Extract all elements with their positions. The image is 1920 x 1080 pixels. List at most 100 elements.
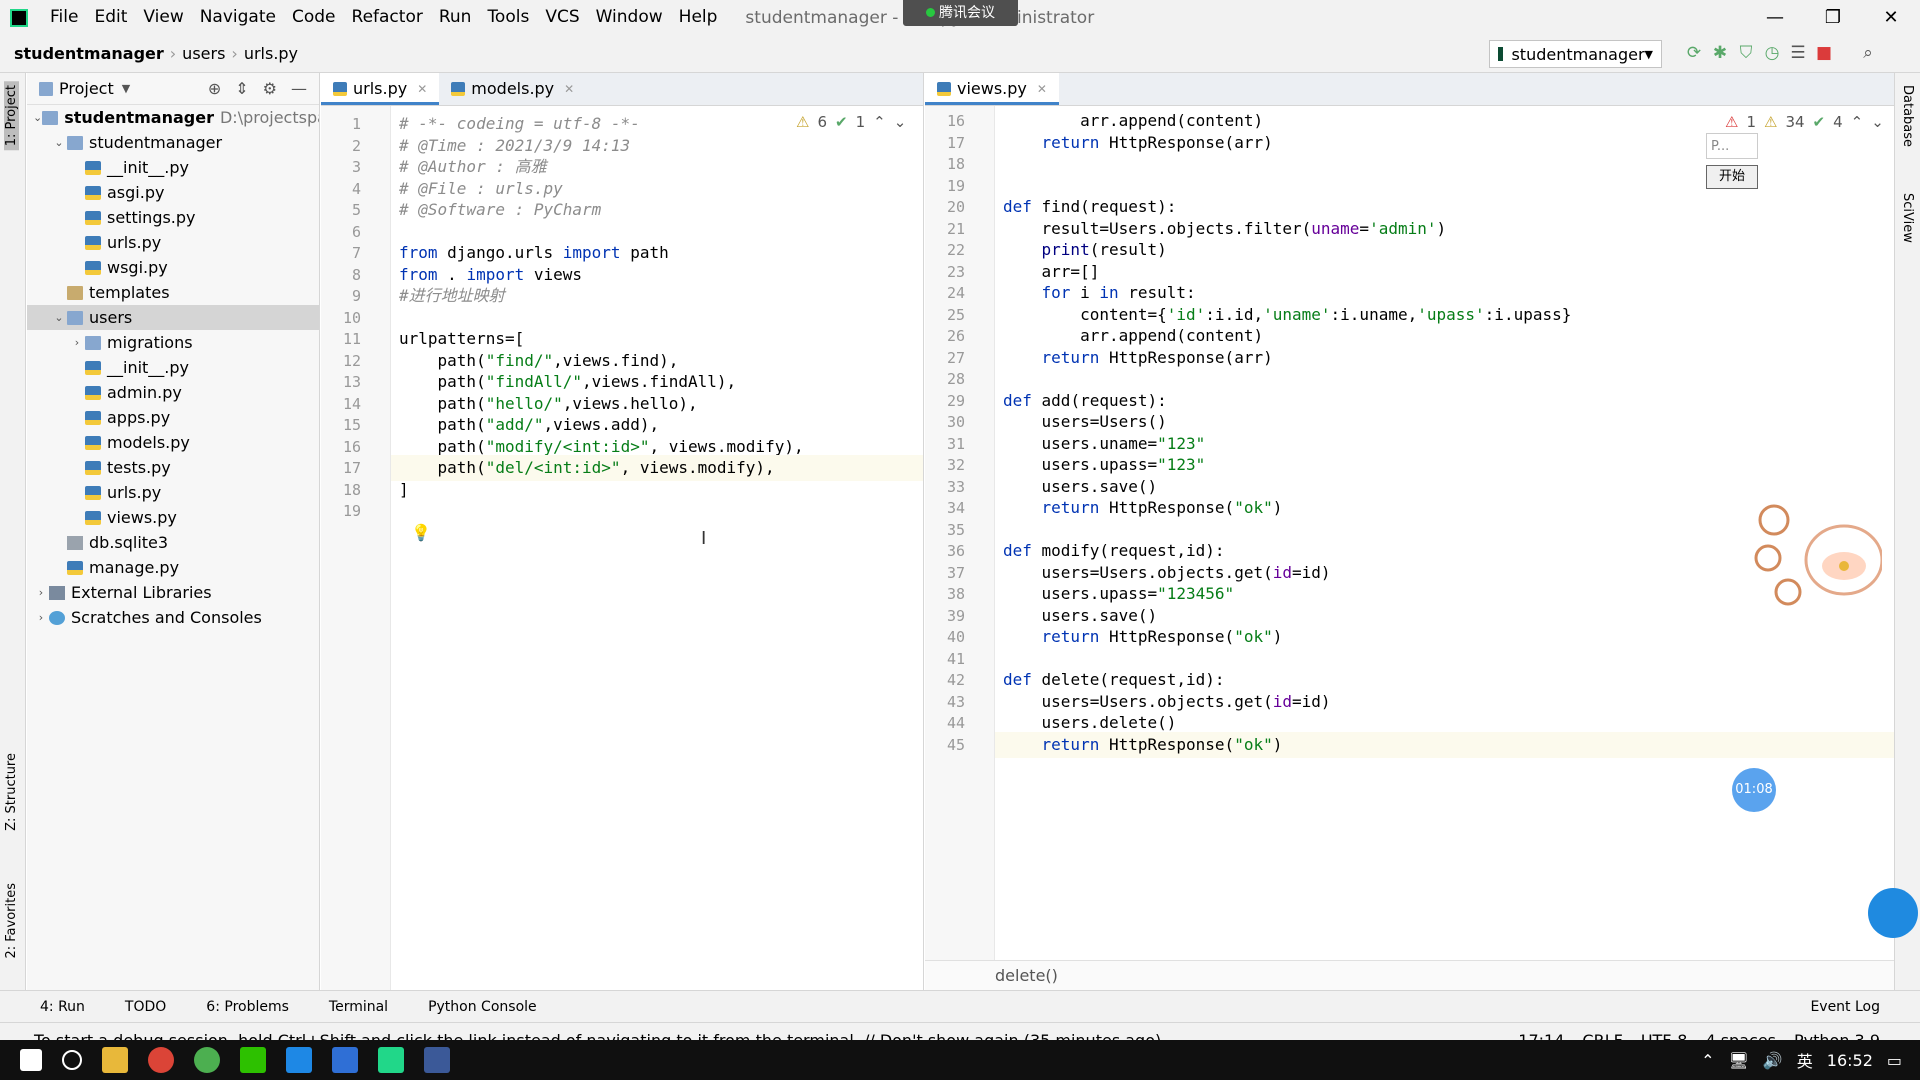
event-log-button[interactable]: Event Log: [1810, 999, 1880, 1015]
app-icon[interactable]: [286, 1047, 312, 1073]
tree-item[interactable]: urls.py: [27, 230, 319, 255]
breadcrumb-project[interactable]: studentmanager: [14, 44, 164, 63]
coverage-icon[interactable]: ⛉: [1736, 42, 1756, 64]
chevron-down-icon[interactable]: ▼: [122, 82, 130, 95]
stop-icon[interactable]: ■: [1814, 42, 1834, 64]
tree-item[interactable]: apps.py: [27, 405, 319, 430]
tab-urls-py[interactable]: urls.py ✕: [321, 73, 440, 105]
menu-item-tools[interactable]: Tools: [479, 0, 537, 35]
ime-indicator[interactable]: 英: [1797, 1048, 1813, 1072]
profile-icon[interactable]: ◷: [1762, 42, 1782, 64]
word-icon[interactable]: [424, 1047, 450, 1073]
tree-item[interactable]: __init__.py: [27, 155, 319, 180]
concurrency-icon[interactable]: ☰: [1788, 42, 1808, 64]
chevron-down-icon[interactable]: ⌄: [51, 311, 67, 324]
clock[interactable]: 16:52: [1827, 1051, 1873, 1070]
tree-item[interactable]: tests.py: [27, 455, 319, 480]
tray-chevron-icon[interactable]: ⌃: [1701, 1051, 1714, 1070]
browser-icon[interactable]: [194, 1047, 220, 1073]
menu-item-help[interactable]: Help: [671, 0, 726, 35]
close-button[interactable]: ✕: [1862, 0, 1920, 35]
tree-item[interactable]: ⌄ studentmanager: [27, 130, 319, 155]
lightbulb-icon[interactable]: 💡: [411, 523, 431, 542]
menu-item-file[interactable]: File: [42, 0, 86, 35]
start-icon[interactable]: [20, 1049, 42, 1071]
mini-input[interactable]: P...: [1706, 133, 1758, 159]
tree-item[interactable]: admin.py: [27, 380, 319, 405]
menu-item-navigate[interactable]: Navigate: [192, 0, 284, 35]
meeting-badge[interactable]: 腾讯会议: [903, 0, 1018, 26]
code-area[interactable]: # -*- codeing = utf-8 -*- # @Time : 2021/…: [391, 106, 923, 990]
menu-item-code[interactable]: Code: [284, 0, 344, 35]
gear-icon[interactable]: ⚙: [263, 79, 277, 98]
search-icon[interactable]: [62, 1050, 82, 1070]
tree-item[interactable]: › External Libraries: [27, 580, 319, 605]
project-panel-title[interactable]: Project: [59, 79, 114, 98]
tree-item[interactable]: views.py: [27, 505, 319, 530]
breadcrumb-folder[interactable]: users: [182, 44, 225, 63]
cat-mascot-icon[interactable]: [1752, 500, 1884, 610]
tree-item[interactable]: templates: [27, 280, 319, 305]
tree-item[interactable]: › Scratches and Consoles: [27, 605, 319, 630]
close-tab-icon[interactable]: ✕: [1037, 82, 1047, 96]
python-console-button[interactable]: Python Console: [428, 999, 537, 1015]
tab-models-py[interactable]: models.py ✕: [439, 73, 586, 105]
code-line[interactable]: [391, 498, 923, 524]
todo-tool-button[interactable]: TODO: [125, 999, 166, 1015]
tree-item[interactable]: wsgi.py: [27, 255, 319, 280]
tree-item[interactable]: asgi.py: [27, 180, 319, 205]
assistant-bubble-icon[interactable]: [1868, 888, 1918, 938]
tree-item[interactable]: urls.py: [27, 480, 319, 505]
meeting-timer[interactable]: 01:08: [1732, 768, 1776, 812]
close-tab-icon[interactable]: ✕: [417, 82, 427, 96]
menu-item-window[interactable]: Window: [588, 0, 671, 35]
search-icon[interactable]: ⌕: [1858, 42, 1878, 64]
wechat-icon[interactable]: [240, 1047, 266, 1073]
chevron-right-icon[interactable]: ›: [69, 336, 85, 349]
debug-icon[interactable]: ✱: [1710, 42, 1730, 64]
tab-sciview[interactable]: SciView: [1900, 193, 1915, 243]
maximize-button[interactable]: ❐: [1804, 0, 1862, 35]
chrome-icon[interactable]: [148, 1047, 174, 1073]
chevron-right-icon[interactable]: ›: [33, 586, 49, 599]
chevron-right-icon[interactable]: ›: [33, 611, 49, 624]
hide-icon[interactable]: —: [291, 79, 307, 98]
notification-icon[interactable]: ▭: [1887, 1051, 1902, 1070]
problems-tool-button[interactable]: 6: Problems: [206, 999, 289, 1015]
tab-database[interactable]: Database: [1900, 85, 1915, 147]
chevron-down-icon[interactable]: ⌄: [33, 111, 42, 124]
tree-item[interactable]: ⌄ studentmanager D:\projectspac: [27, 105, 319, 130]
tree-item[interactable]: ⌄ users: [27, 305, 319, 330]
breadcrumb-footer[interactable]: delete(): [925, 960, 1894, 990]
tab-favorites[interactable]: 2: Favorites: [4, 883, 19, 959]
locate-icon[interactable]: ⊕: [208, 79, 221, 98]
run-tool-button[interactable]: 4: Run: [40, 999, 85, 1015]
close-tab-icon[interactable]: ✕: [564, 82, 574, 96]
tree-item[interactable]: › migrations: [27, 330, 319, 355]
vscode-icon[interactable]: [332, 1047, 358, 1073]
network-icon[interactable]: 🖥: [1729, 1051, 1749, 1070]
volume-icon[interactable]: 🔊: [1763, 1051, 1783, 1070]
menu-item-vcs[interactable]: VCS: [537, 0, 587, 35]
tab-views-py[interactable]: views.py ✕: [925, 73, 1059, 105]
terminal-tool-button[interactable]: Terminal: [329, 999, 388, 1015]
tree-item[interactable]: db.sqlite3: [27, 530, 319, 555]
tree-item[interactable]: manage.py: [27, 555, 319, 580]
tab-structure[interactable]: Z: Structure: [4, 753, 19, 831]
tree-item[interactable]: settings.py: [27, 205, 319, 230]
tab-project[interactable]: 1: Project: [4, 81, 19, 151]
breadcrumb-file[interactable]: urls.py: [244, 44, 298, 63]
pycharm-icon[interactable]: [378, 1047, 404, 1073]
tree-item[interactable]: __init__.py: [27, 355, 319, 380]
start-button[interactable]: 开始: [1706, 165, 1758, 189]
menu-item-run[interactable]: Run: [431, 0, 480, 35]
minimize-button[interactable]: —: [1746, 0, 1804, 35]
menu-item-edit[interactable]: Edit: [86, 0, 135, 35]
rerun-icon[interactable]: ⟳: [1684, 42, 1704, 64]
file-explorer-icon[interactable]: [102, 1047, 128, 1073]
chevron-down-icon[interactable]: ⌄: [51, 136, 67, 149]
run-configuration-select[interactable]: studentmanager ▼: [1489, 40, 1662, 68]
code-line[interactable]: return HttpResponse("ok"): [995, 731, 1894, 758]
menu-item-view[interactable]: View: [135, 0, 191, 35]
collapse-all-icon[interactable]: ⇕: [235, 79, 248, 98]
